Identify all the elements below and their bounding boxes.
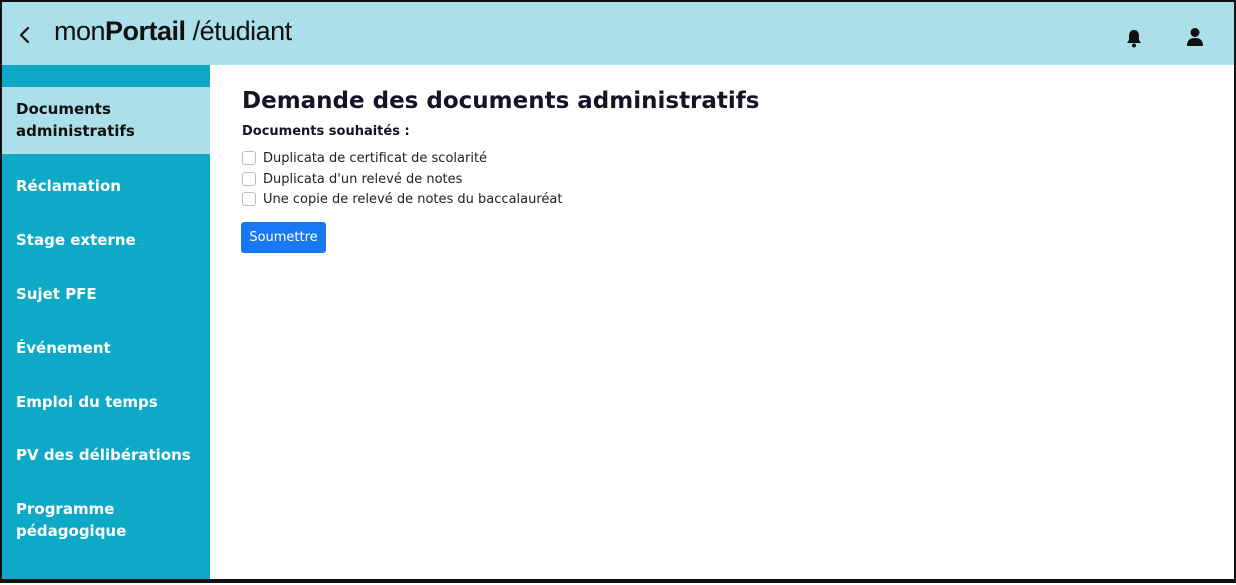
brand-logo: monPortail /étudiant bbox=[54, 16, 292, 52]
app-window: monPortail /étudiant Documents administr… bbox=[0, 0, 1236, 581]
brand-prefix: mon bbox=[54, 16, 106, 46]
sidebar: Documents administratifs Réclamation Sta… bbox=[2, 65, 210, 579]
user-icon[interactable] bbox=[1186, 27, 1204, 47]
sidebar-item-reclamation[interactable]: Réclamation bbox=[2, 175, 210, 197]
sidebar-item-emploi[interactable]: Emploi du temps bbox=[2, 391, 210, 413]
submit-button[interactable]: Soumettre bbox=[241, 222, 326, 253]
option-row: Duplicata de certificat de scolarité bbox=[242, 149, 487, 167]
sidebar-item-evenement[interactable]: Événement bbox=[2, 337, 210, 359]
documents-label: Documents souhaités : bbox=[242, 124, 410, 139]
back-chevron-icon[interactable] bbox=[16, 24, 34, 46]
brand-suffix: /étudiant bbox=[185, 16, 293, 46]
sidebar-item-stage[interactable]: Stage externe bbox=[2, 229, 210, 251]
option-label: Une copie de relevé de notes du baccalau… bbox=[263, 191, 563, 207]
option-label: Duplicata d'un relevé de notes bbox=[263, 171, 463, 187]
sidebar-item-pfe[interactable]: Sujet PFE bbox=[2, 283, 210, 305]
sidebar-item-documents[interactable]: Documents administratifs bbox=[2, 87, 210, 154]
frame-bottom-line bbox=[0, 581, 1236, 583]
checkbox-releve[interactable] bbox=[242, 172, 256, 186]
option-row: Une copie de relevé de notes du baccalau… bbox=[242, 190, 562, 208]
top-header: monPortail /étudiant bbox=[2, 2, 1234, 65]
checkbox-bac[interactable] bbox=[242, 192, 256, 206]
option-label: Duplicata de certificat de scolarité bbox=[263, 150, 488, 166]
sidebar-item-pv[interactable]: PV des délibérations bbox=[2, 444, 210, 466]
option-row: Duplicata d'un relevé de notes bbox=[242, 170, 462, 188]
sidebar-item-programme[interactable]: Programme pédagogique bbox=[2, 498, 172, 542]
page-title: Demande des documents administratifs bbox=[242, 88, 760, 114]
checkbox-certificat[interactable] bbox=[242, 151, 256, 165]
bell-icon[interactable] bbox=[1125, 28, 1143, 48]
brand-bold: Portail bbox=[105, 16, 186, 46]
